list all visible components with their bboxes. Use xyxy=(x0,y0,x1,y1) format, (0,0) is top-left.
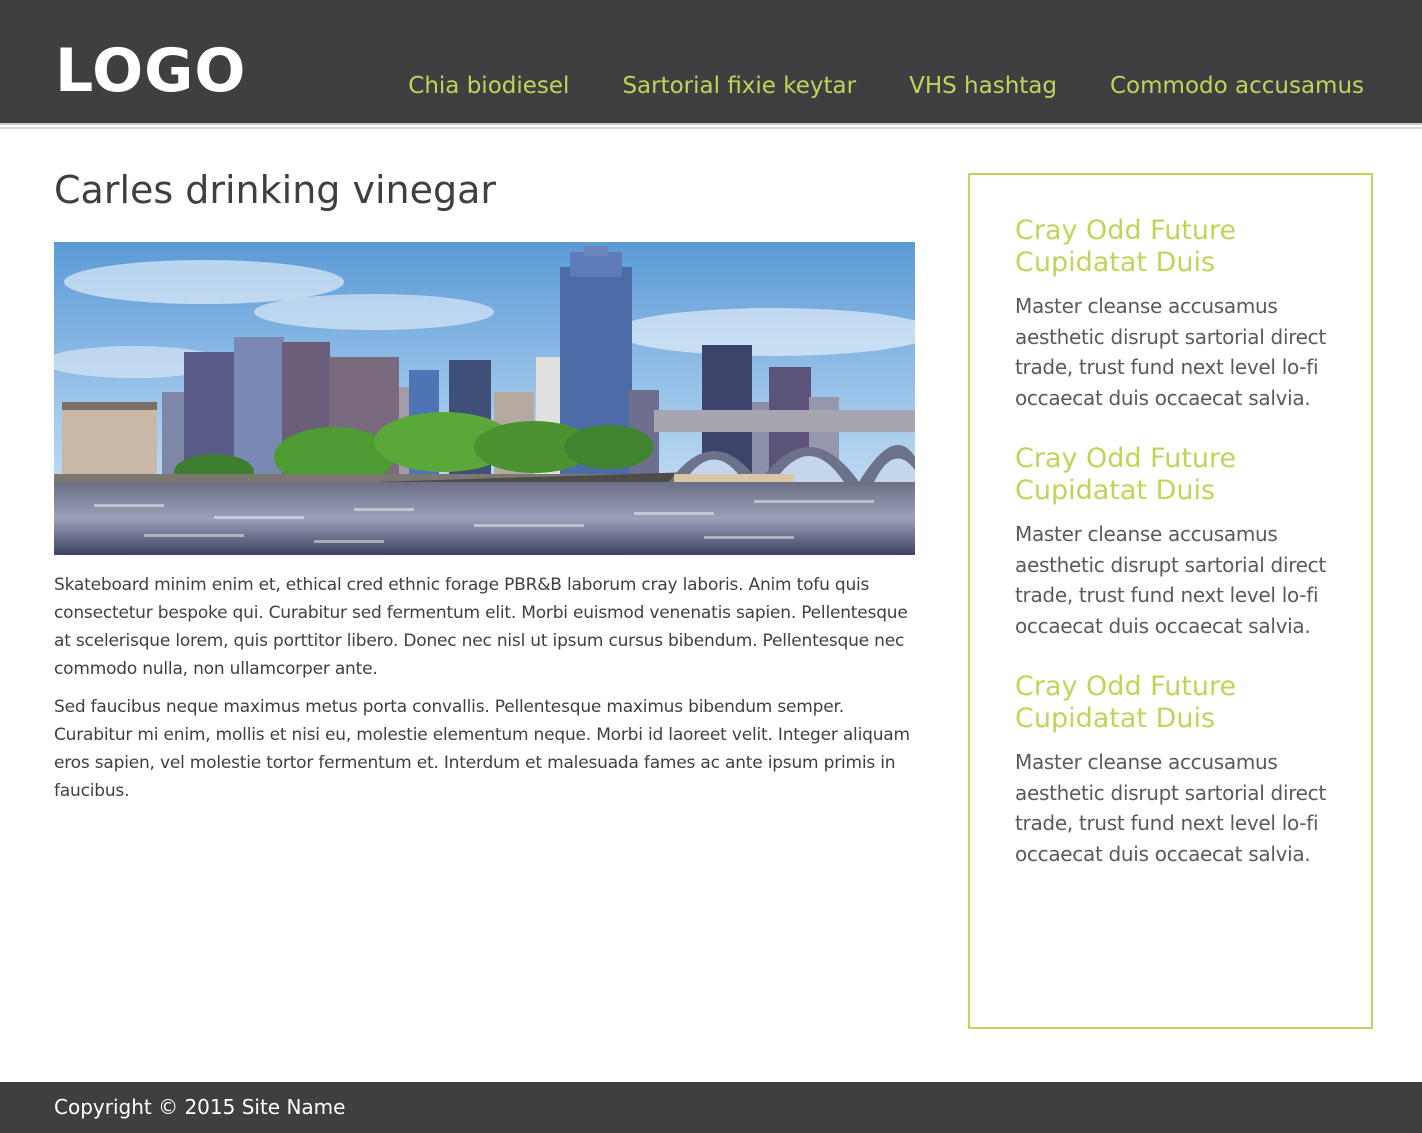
main-content: Carles drinking vinegar Skateboard minim… xyxy=(54,160,916,805)
nav-link-vhs-hashtag[interactable]: VHS hashtag xyxy=(909,68,1057,104)
site-logo[interactable]: LOGO xyxy=(55,36,246,106)
sidebar-block-title: Cray Odd Future Cupidatat Duis xyxy=(1015,671,1237,734)
sidebar-block-text: Master cleanse accusamus aesthetic disru… xyxy=(1015,750,1326,866)
sidebar-block: Cray Odd Future Cupidatat Duis Master cl… xyxy=(1015,443,1341,641)
hero-image-graphic xyxy=(54,242,915,555)
sidebar-block: Cray Odd Future Cupidatat Duis Master cl… xyxy=(1015,671,1341,869)
body-paragraph: Sed faucibus neque maximus metus porta c… xyxy=(54,697,910,801)
copyright-text: Copyright © 2015 Site Name xyxy=(54,1095,346,1119)
sidebar-block-text: Master cleanse accusamus aesthetic disru… xyxy=(1015,522,1326,638)
site-header: LOGO Chia biodiesel Sartorial fixie keyt… xyxy=(0,0,1422,123)
nav-link-chia-biodiesel[interactable]: Chia biodiesel xyxy=(408,68,569,104)
sidebar-block-text: Master cleanse accusamus aesthetic disru… xyxy=(1015,294,1326,410)
sidebar-block: Cray Odd Future Cupidatat Duis Master cl… xyxy=(1015,215,1341,413)
site-footer: Copyright © 2015 Site Name xyxy=(0,1082,1422,1133)
sidebar-block-title: Cray Odd Future Cupidatat Duis xyxy=(1015,215,1237,278)
nav-link-commodo-accusamus[interactable]: Commodo accusamus xyxy=(1110,68,1364,104)
intro-paragraph: Skateboard minim enim et, ethical cred e… xyxy=(54,575,908,679)
hero-image-city-skyline xyxy=(54,242,915,555)
sidebar-block-title: Cray Odd Future Cupidatat Duis xyxy=(1015,443,1237,506)
nav-link-sartorial-fixie-keytar[interactable]: Sartorial fixie keytar xyxy=(622,68,856,104)
page-title: Carles drinking vinegar xyxy=(54,168,497,212)
sidebar: Cray Odd Future Cupidatat Duis Master cl… xyxy=(968,173,1373,1029)
main-nav: Chia biodiesel Sartorial fixie keytar VH… xyxy=(408,68,1364,104)
header-divider xyxy=(0,123,1422,129)
